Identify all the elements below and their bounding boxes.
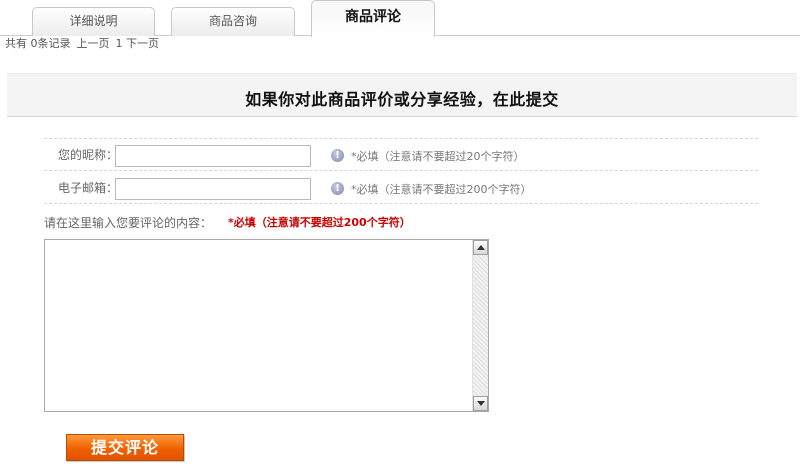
page-info[interactable]: 1 下一页 <box>116 37 160 50</box>
divider <box>44 170 758 171</box>
arrow-down-icon[interactable] <box>473 396 488 411</box>
record-count: 共有 0条记录 <box>5 37 71 50</box>
tab-consult[interactable]: 商品咨询 <box>171 7 295 36</box>
divider <box>44 203 758 204</box>
email-hint: *必填（注意请不要超过200个字符） <box>351 183 532 196</box>
content-textarea[interactable] <box>45 240 472 411</box>
tab-reviews[interactable]: 商品评论 <box>311 0 435 37</box>
email-input[interactable] <box>115 178 311 200</box>
content-textarea-frame <box>44 239 489 412</box>
info-icon: ! <box>331 149 344 162</box>
pager: 共有 0条记录 上一页 1 下一页 <box>5 37 165 51</box>
content-hint: *必填（注意请不要超过200个字符） <box>228 216 411 229</box>
divider <box>44 138 758 139</box>
prev-page-link[interactable]: 上一页 <box>77 37 110 50</box>
info-icon: ! <box>331 182 344 195</box>
tab-bar: 详细说明 商品咨询 商品评论 <box>0 0 800 37</box>
email-label: 电子邮箱： <box>58 181 119 195</box>
textarea-scrollbar[interactable] <box>472 240 488 411</box>
review-heading: 如果你对此商品评价或分享经验，在此提交 <box>245 90 559 109</box>
nickname-label: 您的昵称： <box>58 148 119 162</box>
nickname-hint: *必填（注意请不要超过20个字符） <box>351 150 525 163</box>
arrow-up-icon[interactable] <box>473 240 488 255</box>
nickname-input[interactable] <box>115 145 311 167</box>
content-label: 请在这里输入您要评论的内容： <box>44 216 213 230</box>
submit-review-button[interactable]: 提交评论 <box>66 434 184 461</box>
review-heading-band: 如果你对此商品评价或分享经验，在此提交 <box>7 73 797 117</box>
tab-details[interactable]: 详细说明 <box>32 7 155 36</box>
